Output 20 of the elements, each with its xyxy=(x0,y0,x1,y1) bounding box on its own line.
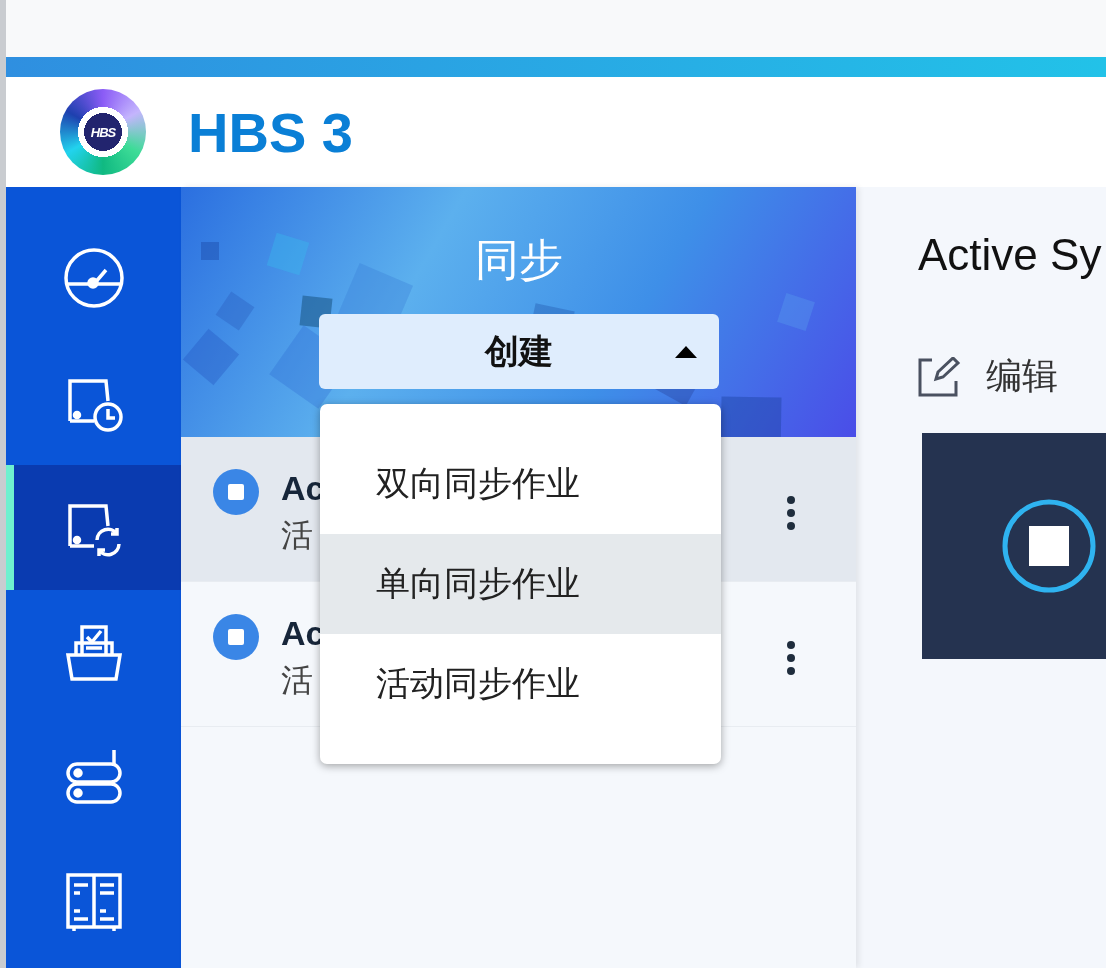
job-subtitle: 活 xyxy=(281,661,314,700)
edit-button[interactable]: 编辑 xyxy=(918,352,1058,401)
stop-status-icon xyxy=(213,469,259,515)
more-icon[interactable] xyxy=(786,640,796,676)
job-detail-title: Active Sy xyxy=(918,230,1103,280)
nav-item[interactable] xyxy=(6,465,181,590)
stop-icon xyxy=(1002,499,1096,593)
edit-icon xyxy=(918,356,962,397)
gauge-icon xyxy=(61,245,126,310)
panel-title: 同步 xyxy=(474,234,563,286)
menu-item[interactable]: 双向同步作业 xyxy=(320,434,721,534)
stop-status-icon xyxy=(213,614,259,660)
job-subtitle: 活 xyxy=(281,516,314,555)
app-title: HBS 3 xyxy=(188,99,353,165)
more-icon[interactable] xyxy=(786,495,796,531)
menu-item[interactable]: 单向同步作业 xyxy=(320,534,721,634)
menu-item[interactable]: 活动同步作业 xyxy=(320,634,721,734)
caret-icon xyxy=(674,346,697,358)
app-logo: HBS xyxy=(60,89,146,175)
create-button[interactable]: 创建 xyxy=(318,314,719,389)
